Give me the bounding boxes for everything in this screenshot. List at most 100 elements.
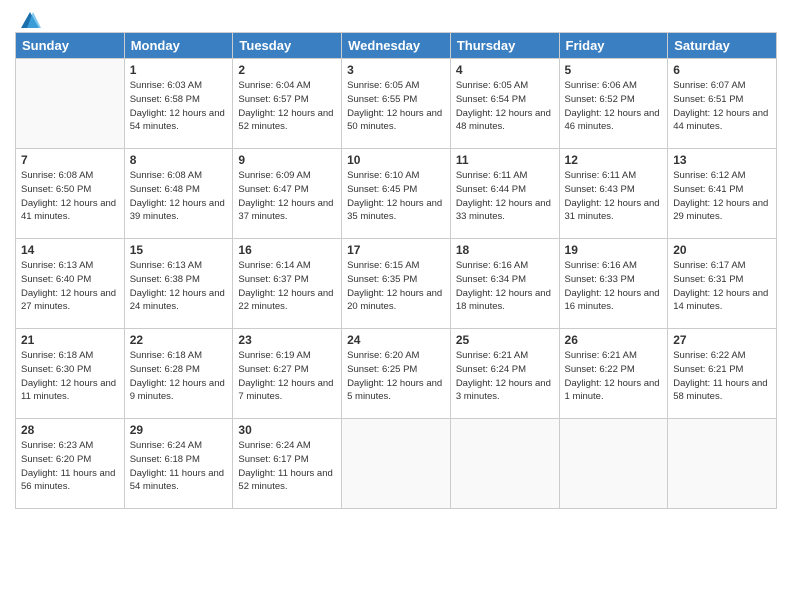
day-info: Sunrise: 6:20 AMSunset: 6:25 PMDaylight:…: [347, 349, 445, 404]
day-info: Sunrise: 6:10 AMSunset: 6:45 PMDaylight:…: [347, 169, 445, 224]
day-info: Sunrise: 6:04 AMSunset: 6:57 PMDaylight:…: [238, 79, 336, 134]
calendar-cell: 1 Sunrise: 6:03 AMSunset: 6:58 PMDaylight…: [124, 59, 233, 149]
calendar-cell: 24 Sunrise: 6:20 AMSunset: 6:25 PMDayligh…: [342, 329, 451, 419]
day-number: 4: [456, 63, 554, 77]
day-info: Sunrise: 6:08 AMSunset: 6:50 PMDaylight:…: [21, 169, 119, 224]
day-info: Sunrise: 6:07 AMSunset: 6:51 PMDaylight:…: [673, 79, 771, 134]
day-info: Sunrise: 6:21 AMSunset: 6:24 PMDaylight:…: [456, 349, 554, 404]
day-info: Sunrise: 6:09 AMSunset: 6:47 PMDaylight:…: [238, 169, 336, 224]
weekday-header: Wednesday: [342, 33, 451, 59]
day-info: Sunrise: 6:13 AMSunset: 6:40 PMDaylight:…: [21, 259, 119, 314]
logo-icon: [19, 10, 41, 32]
calendar-week-row: 21 Sunrise: 6:18 AMSunset: 6:30 PMDayligh…: [16, 329, 777, 419]
weekday-header: Thursday: [450, 33, 559, 59]
calendar-cell: 28 Sunrise: 6:23 AMSunset: 6:20 PMDayligh…: [16, 419, 125, 509]
day-info: Sunrise: 6:13 AMSunset: 6:38 PMDaylight:…: [130, 259, 228, 314]
calendar-cell: 22 Sunrise: 6:18 AMSunset: 6:28 PMDayligh…: [124, 329, 233, 419]
calendar-cell: 5Sunrise: 6:06 AMSunset: 6:52 PMDaylight…: [559, 59, 668, 149]
calendar-cell: 21 Sunrise: 6:18 AMSunset: 6:30 PMDayligh…: [16, 329, 125, 419]
day-info: Sunrise: 6:05 AMSunset: 6:54 PMDaylight:…: [456, 79, 554, 134]
day-info: Sunrise: 6:11 AMSunset: 6:44 PMDaylight:…: [456, 169, 554, 224]
day-number: 18: [456, 243, 554, 257]
calendar-cell: 10 Sunrise: 6:10 AMSunset: 6:45 PMDayligh…: [342, 149, 451, 239]
day-number: 24: [347, 333, 445, 347]
day-info: Sunrise: 6:11 AMSunset: 6:43 PMDaylight:…: [565, 169, 663, 224]
calendar-cell: [16, 59, 125, 149]
day-info: Sunrise: 6:24 AMSunset: 6:18 PMDaylight:…: [130, 439, 228, 494]
calendar-cell: 19 Sunrise: 6:16 AMSunset: 6:33 PMDayligh…: [559, 239, 668, 329]
day-number: 6: [673, 63, 771, 77]
calendar-cell: 15Sunrise: 6:13 AMSunset: 6:38 PMDayligh…: [124, 239, 233, 329]
day-info: Sunrise: 6:15 AMSunset: 6:35 PMDaylight:…: [347, 259, 445, 314]
day-info: Sunrise: 6:23 AMSunset: 6:20 PMDaylight:…: [21, 439, 119, 494]
day-info: Sunrise: 6:19 AMSunset: 6:27 PMDaylight:…: [238, 349, 336, 404]
day-number: 25: [456, 333, 554, 347]
calendar-cell: 18 Sunrise: 6:16 AMSunset: 6:34 PMDayligh…: [450, 239, 559, 329]
weekday-header: Friday: [559, 33, 668, 59]
header: [15, 10, 777, 26]
day-number: 22: [130, 333, 228, 347]
calendar-cell: 17 Sunrise: 6:15 AMSunset: 6:35 PMDayligh…: [342, 239, 451, 329]
calendar-cell: 3 Sunrise: 6:05 AMSunset: 6:55 PMDaylight…: [342, 59, 451, 149]
calendar-header-row: SundayMondayTuesdayWednesdayThursdayFrid…: [16, 33, 777, 59]
day-number: 10: [347, 153, 445, 167]
calendar-cell: 11Sunrise: 6:11 AMSunset: 6:44 PMDayligh…: [450, 149, 559, 239]
calendar-cell: 4 Sunrise: 6:05 AMSunset: 6:54 PMDaylight…: [450, 59, 559, 149]
day-number: 20: [673, 243, 771, 257]
weekday-header: Saturday: [668, 33, 777, 59]
calendar-cell: [450, 419, 559, 509]
calendar-cell: 30 Sunrise: 6:24 AMSunset: 6:17 PMDayligh…: [233, 419, 342, 509]
page: SundayMondayTuesdayWednesdayThursdayFrid…: [0, 0, 792, 612]
day-info: Sunrise: 6:18 AMSunset: 6:28 PMDaylight:…: [130, 349, 228, 404]
day-number: 13: [673, 153, 771, 167]
day-number: 8: [130, 153, 228, 167]
day-number: 14: [21, 243, 119, 257]
logo: [15, 10, 41, 26]
weekday-header: Sunday: [16, 33, 125, 59]
calendar-cell: 7 Sunrise: 6:08 AMSunset: 6:50 PMDaylight…: [16, 149, 125, 239]
day-number: 16: [238, 243, 336, 257]
day-info: Sunrise: 6:14 AMSunset: 6:37 PMDaylight:…: [238, 259, 336, 314]
calendar-cell: 26 Sunrise: 6:21 AMSunset: 6:22 PMDayligh…: [559, 329, 668, 419]
calendar-cell: 20Sunrise: 6:17 AMSunset: 6:31 PMDayligh…: [668, 239, 777, 329]
day-info: Sunrise: 6:05 AMSunset: 6:55 PMDaylight:…: [347, 79, 445, 134]
day-number: 7: [21, 153, 119, 167]
day-number: 17: [347, 243, 445, 257]
calendar: SundayMondayTuesdayWednesdayThursdayFrid…: [15, 32, 777, 509]
day-info: Sunrise: 6:16 AMSunset: 6:33 PMDaylight:…: [565, 259, 663, 314]
calendar-week-row: 7 Sunrise: 6:08 AMSunset: 6:50 PMDaylight…: [16, 149, 777, 239]
calendar-cell: 27Sunrise: 6:22 AMSunset: 6:21 PMDayligh…: [668, 329, 777, 419]
calendar-cell: 25 Sunrise: 6:21 AMSunset: 6:24 PMDayligh…: [450, 329, 559, 419]
calendar-cell: 29Sunrise: 6:24 AMSunset: 6:18 PMDayligh…: [124, 419, 233, 509]
calendar-cell: [342, 419, 451, 509]
calendar-cell: 16 Sunrise: 6:14 AMSunset: 6:37 PMDayligh…: [233, 239, 342, 329]
day-info: Sunrise: 6:22 AMSunset: 6:21 PMDaylight:…: [673, 349, 771, 404]
weekday-header: Monday: [124, 33, 233, 59]
calendar-cell: [559, 419, 668, 509]
calendar-cell: 2 Sunrise: 6:04 AMSunset: 6:57 PMDaylight…: [233, 59, 342, 149]
day-info: Sunrise: 6:18 AMSunset: 6:30 PMDaylight:…: [21, 349, 119, 404]
calendar-cell: 14 Sunrise: 6:13 AMSunset: 6:40 PMDayligh…: [16, 239, 125, 329]
calendar-cell: [668, 419, 777, 509]
day-number: 1: [130, 63, 228, 77]
day-info: Sunrise: 6:24 AMSunset: 6:17 PMDaylight:…: [238, 439, 336, 494]
day-number: 28: [21, 423, 119, 437]
day-number: 2: [238, 63, 336, 77]
day-number: 12: [565, 153, 663, 167]
day-number: 21: [21, 333, 119, 347]
calendar-week-row: 28 Sunrise: 6:23 AMSunset: 6:20 PMDayligh…: [16, 419, 777, 509]
day-number: 30: [238, 423, 336, 437]
day-info: Sunrise: 6:03 AMSunset: 6:58 PMDaylight:…: [130, 79, 228, 134]
day-info: Sunrise: 6:21 AMSunset: 6:22 PMDaylight:…: [565, 349, 663, 404]
weekday-header: Tuesday: [233, 33, 342, 59]
day-number: 23: [238, 333, 336, 347]
calendar-cell: 6 Sunrise: 6:07 AMSunset: 6:51 PMDaylight…: [668, 59, 777, 149]
calendar-cell: 23 Sunrise: 6:19 AMSunset: 6:27 PMDayligh…: [233, 329, 342, 419]
day-number: 19: [565, 243, 663, 257]
day-number: 26: [565, 333, 663, 347]
day-info: Sunrise: 6:16 AMSunset: 6:34 PMDaylight:…: [456, 259, 554, 314]
day-info: Sunrise: 6:12 AMSunset: 6:41 PMDaylight:…: [673, 169, 771, 224]
calendar-cell: 9Sunrise: 6:09 AMSunset: 6:47 PMDaylight…: [233, 149, 342, 239]
calendar-week-row: 14 Sunrise: 6:13 AMSunset: 6:40 PMDayligh…: [16, 239, 777, 329]
day-number: 3: [347, 63, 445, 77]
